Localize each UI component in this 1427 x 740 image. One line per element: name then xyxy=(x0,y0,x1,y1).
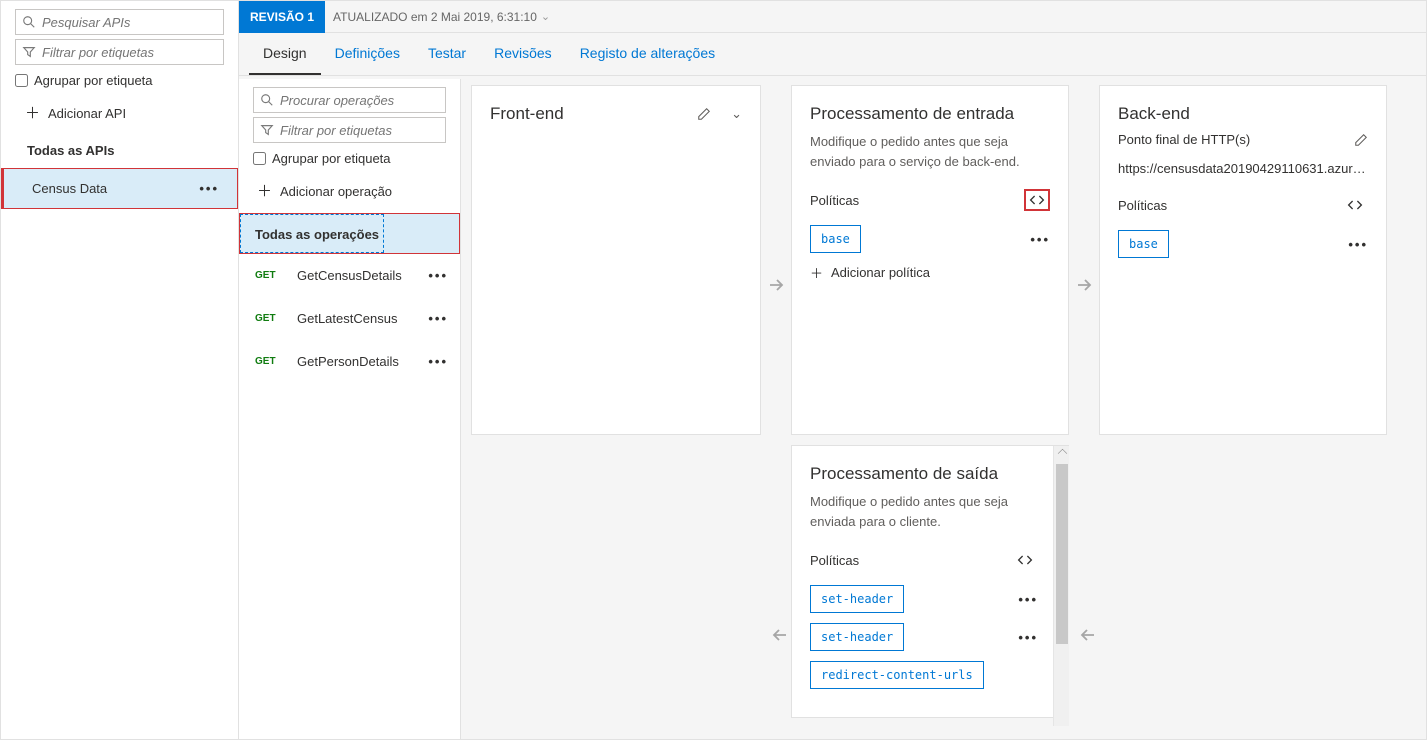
add-api-label: Adicionar API xyxy=(48,106,126,121)
add-operation-button[interactable]: ＋ Adicionar operação xyxy=(239,174,460,209)
code-icon xyxy=(1017,553,1033,567)
search-icon xyxy=(260,93,274,107)
group-by-tag-checkbox[interactable] xyxy=(15,74,28,87)
all-operations-item[interactable]: Todas as operações xyxy=(239,213,460,254)
op-method: GET xyxy=(255,313,283,324)
api-item-menu-icon[interactable]: ••• xyxy=(199,181,219,196)
edit-icon[interactable] xyxy=(1354,133,1368,147)
add-policy-button[interactable]: ＋ Adicionar política xyxy=(810,263,1050,282)
backend-title: Back-end xyxy=(1118,104,1190,124)
filter-ops-field[interactable] xyxy=(253,117,446,143)
outbound-title: Processamento de saída xyxy=(810,464,998,484)
backend-policies-label: Políticas xyxy=(1118,198,1167,213)
arrow-left-icon xyxy=(1073,625,1103,645)
scrollbar-thumb[interactable] xyxy=(1056,464,1068,644)
inbound-title: Processamento de entrada xyxy=(810,104,1014,124)
policy-tag-base[interactable]: base xyxy=(1118,230,1169,258)
outbound-desc: Modifique o pedido antes que seja enviad… xyxy=(810,492,1038,531)
op-name: GetLatestCensus xyxy=(297,311,414,326)
filter-apis-field[interactable] xyxy=(15,39,224,65)
tab-test[interactable]: Testar xyxy=(414,33,480,75)
policy-menu-icon[interactable]: ••• xyxy=(1018,592,1038,607)
op-method: GET xyxy=(255,356,283,367)
policy-menu-icon[interactable]: ••• xyxy=(1348,237,1368,252)
search-ops-input[interactable] xyxy=(280,93,458,108)
inbound-code-editor-button[interactable] xyxy=(1024,189,1050,211)
plus-icon: ＋ xyxy=(257,184,272,199)
all-operations-label: Todas as operações xyxy=(240,214,384,253)
policy-tag[interactable]: set-header xyxy=(810,623,904,651)
outbound-panel: Processamento de saída Modifique o pedid… xyxy=(791,445,1069,718)
chevron-down-icon[interactable]: ⌄ xyxy=(541,10,550,23)
policy-tag[interactable]: set-header xyxy=(810,585,904,613)
scrollbar[interactable] xyxy=(1053,446,1069,726)
code-icon xyxy=(1347,198,1363,212)
filter-icon xyxy=(22,45,36,59)
group-by-tag-label: Agrupar por etiqueta xyxy=(34,73,153,88)
op-method: GET xyxy=(255,270,283,281)
operations-sidebar: Agrupar por etiqueta ＋ Adicionar operaçã… xyxy=(239,79,460,383)
arrow-right-icon xyxy=(1069,275,1099,295)
group-ops-by-tag-row[interactable]: Agrupar por etiqueta xyxy=(239,147,460,174)
tab-design[interactable]: Design xyxy=(249,33,321,75)
search-icon xyxy=(22,15,36,29)
search-apis-input[interactable] xyxy=(42,15,220,30)
arrow-right-icon xyxy=(761,275,791,295)
frontend-panel: Front-end ⌄ xyxy=(471,85,761,435)
edit-icon[interactable] xyxy=(697,107,711,121)
inbound-policies-label: Políticas xyxy=(810,193,859,208)
add-api-button[interactable]: ＋ Adicionar API xyxy=(1,96,238,131)
group-by-tag-row[interactable]: Agrupar por etiqueta xyxy=(1,69,238,96)
inbound-desc: Modifique o pedido antes que seja enviad… xyxy=(810,132,1050,171)
policy-menu-icon[interactable]: ••• xyxy=(1030,232,1050,247)
frontend-title: Front-end xyxy=(490,104,564,124)
chevron-down-icon[interactable]: ⌄ xyxy=(731,106,742,122)
revision-bar: REVISÃO 1 ATUALIZADO em 2 Mai 2019, 6:31… xyxy=(239,1,1426,33)
filter-ops-input[interactable] xyxy=(280,123,458,138)
revision-updated-text: ATUALIZADO em 2 Mai 2019, 6:31:10 xyxy=(325,10,537,24)
api-item-label: Census Data xyxy=(32,181,107,196)
op-menu-icon[interactable]: ••• xyxy=(428,354,448,369)
main-area: REVISÃO 1 ATUALIZADO em 2 Mai 2019, 6:31… xyxy=(239,1,1426,739)
tab-revisions[interactable]: Revisões xyxy=(480,33,566,75)
apis-sidebar: Agrupar por etiqueta ＋ Adicionar API Tod… xyxy=(1,1,239,739)
inbound-panel: Processamento de entrada Modifique o ped… xyxy=(791,85,1069,435)
all-apis-heading: Todas as APIs xyxy=(1,131,238,168)
group-ops-by-tag-checkbox[interactable] xyxy=(253,152,266,165)
operation-item[interactable]: GET GetPersonDetails ••• xyxy=(239,340,460,383)
outbound-policies-label: Políticas xyxy=(810,553,859,568)
revision-badge[interactable]: REVISÃO 1 xyxy=(239,1,325,33)
backend-url: https://censusdata20190429110631.azurewe… xyxy=(1118,161,1368,176)
plus-icon: ＋ xyxy=(810,263,823,282)
op-name: GetPersonDetails xyxy=(297,354,414,369)
operation-item[interactable]: GET GetCensusDetails ••• xyxy=(239,254,460,297)
policy-tag-base[interactable]: base xyxy=(810,225,861,253)
op-name: GetCensusDetails xyxy=(297,268,414,283)
group-ops-by-tag-label: Agrupar por etiqueta xyxy=(272,151,391,166)
plus-icon: ＋ xyxy=(25,106,40,121)
backend-endpoint-label: Ponto final de HTTP(s) xyxy=(1118,132,1250,147)
add-policy-label: Adicionar política xyxy=(831,265,930,280)
tab-changelog[interactable]: Registo de alterações xyxy=(566,33,729,75)
op-menu-icon[interactable]: ••• xyxy=(428,268,448,283)
tabs-bar: Design Definições Testar Revisões Regist… xyxy=(239,33,1426,76)
policy-tag[interactable]: redirect-content-urls xyxy=(810,661,984,689)
code-icon xyxy=(1029,193,1045,207)
filter-icon xyxy=(260,123,274,137)
arrow-left-icon xyxy=(765,625,795,645)
outbound-code-editor-button[interactable] xyxy=(1012,549,1038,571)
tab-definitions[interactable]: Definições xyxy=(321,33,414,75)
op-menu-icon[interactable]: ••• xyxy=(428,311,448,326)
add-operation-label: Adicionar operação xyxy=(280,184,392,199)
search-apis-field[interactable] xyxy=(15,9,224,35)
backend-panel: Back-end Ponto final de HTTP(s) https://… xyxy=(1099,85,1387,435)
operation-item[interactable]: GET GetLatestCensus ••• xyxy=(239,297,460,340)
api-item-census-data[interactable]: Census Data ••• xyxy=(1,168,238,209)
backend-code-editor-button[interactable] xyxy=(1342,194,1368,216)
search-ops-field[interactable] xyxy=(253,87,446,113)
policy-menu-icon[interactable]: ••• xyxy=(1018,630,1038,645)
filter-apis-input[interactable] xyxy=(42,45,220,60)
